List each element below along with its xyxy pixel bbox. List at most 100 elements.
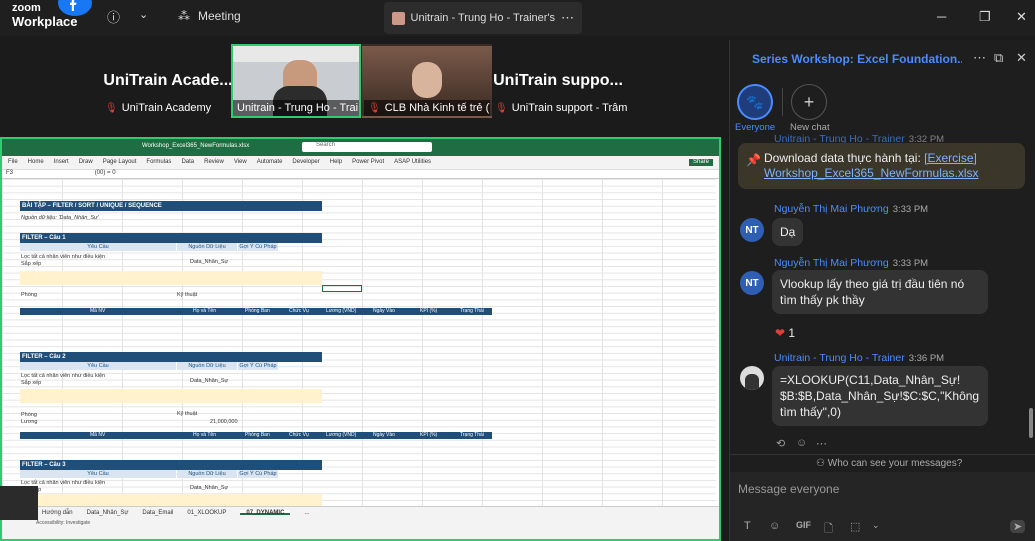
close-chat-icon[interactable]: ✕ [1016,50,1027,66]
answer-area[interactable] [20,389,322,403]
th: Chức Vụ [289,432,309,438]
ribbon-page-layout[interactable]: Page Layout [103,159,137,166]
people-icon: ⚇ [816,458,825,469]
ribbon-help[interactable]: Help [330,159,342,166]
sheet-tab[interactable]: 01_XLOOKUP [187,510,226,516]
channel-divider [782,88,783,116]
th: Họ và Tên [193,308,216,314]
new-chat-label: New chat [790,122,830,133]
more-icon[interactable]: ⋯ [816,437,827,450]
video-tile-trainer[interactable]: Unitrain - Trung Ho - Trai... [231,44,361,118]
sheet-tab-active[interactable]: 07_DYNAMIC [240,510,291,516]
screenshot-icon[interactable]: ⬚ [850,520,860,533]
filter-value: Kỹ thuật [177,292,198,298]
new-chat-button[interactable]: + [791,84,827,120]
excel-search[interactable]: Search [302,142,432,152]
status-text: Accessibility: Investigate [36,520,91,526]
meeting-tab[interactable]: ⁂ Meeting [178,9,241,23]
chat-scrollbar[interactable] [1029,408,1033,438]
message-header: Unitrain - Trung Ho - Trainer 3:36 PM [774,352,944,364]
answer-area[interactable] [20,494,322,506]
th: Mã NV [90,432,106,438]
col-goi-y: Gợi Ý Cú Pháp [238,362,278,370]
excel-grid[interactable]: BÀI TẬP – FILTER / SORT / UNIQUE / SEQUE… [2,179,716,509]
ribbon-draw[interactable]: Draw [79,159,93,166]
formula-bar[interactable]: F3 (00) = 0 [2,170,719,179]
req-line: Sắp xếp [21,261,42,267]
filter-label: Phòng [21,412,37,418]
message-time: 3:36 PM [908,353,945,364]
selected-cell[interactable] [322,285,362,292]
chevron-down-icon[interactable]: ⌄ [139,8,148,21]
th: Chức Vụ [289,308,309,314]
emoji-icon[interactable]: ☺ [769,520,780,532]
ribbon-power-pivot[interactable]: Power Pivot [352,159,384,166]
message-input[interactable]: Message everyone [738,482,839,496]
ribbon-insert[interactable]: Insert [54,159,69,166]
who-can-see-text: Who can see your messages? [827,458,963,469]
th: Mã NV [90,308,106,314]
everyone-channel-button[interactable]: 🐾 [737,84,773,120]
ribbon-developer[interactable]: Developer [292,159,319,166]
screen-share-tab[interactable]: Unitrain - Trung Ho - Trainer's scre ⋯ [384,2,582,34]
answer-area[interactable] [20,271,322,285]
gif-button[interactable]: GIF [796,520,811,530]
video-tile-unitrain-academy[interactable]: UniTrain Acade... 🎙 UniTrain Academy [103,44,233,118]
video-tile-unitrain-support[interactable]: UniTrain suppo... 🎙 UniTrain support - Tr… [493,44,627,118]
section-header: FILTER – Câu 3 [20,460,322,470]
close-icon[interactable]: ✕ [1016,9,1027,25]
more-options-icon[interactable]: ⋯ [973,50,986,66]
pinned-message[interactable]: 📌 Download data thực hành tại: [Exercise… [738,143,1025,189]
ribbon-review[interactable]: Review [204,159,224,166]
filter-label: Phòng [21,292,37,298]
reply-icon[interactable]: ⟲ [776,437,785,450]
video-tile-clb[interactable]: 🎙CLB Nhà Kinh tế trẻ (Y... [362,44,492,118]
logo-workplace-text: Workplace [12,14,78,29]
chat-title[interactable]: Series Workshop: Excel Foundation... [752,52,962,66]
tile-name-label: Unitrain - Trung Ho - Trai... [233,100,359,116]
th: Lương (VND) [326,432,357,438]
ribbon-formulas[interactable]: Formulas [146,159,171,166]
send-icon[interactable]: ➤ [1010,520,1026,533]
ribbon-file[interactable]: File [8,159,18,166]
shared-screen: Workshop_Excel365_NewFormulas.xlsx Searc… [0,137,721,541]
tile-name: UniTrain Academy [121,102,212,114]
ribbon-automate[interactable]: Automate [257,159,283,166]
file-icon[interactable]: 🗋 [824,520,833,539]
chevron-down-icon[interactable]: ⌄ [872,520,880,531]
ribbon-data[interactable]: Data [181,159,194,166]
sheet-tab[interactable]: Hướng dẫn [42,510,73,516]
pop-out-icon[interactable]: ⧉ [994,50,1003,66]
sheet-tab[interactable]: Data_Nhân_Sự [87,510,129,516]
col-yeu-cau: Yêu Cầu [20,470,176,478]
sheet-tab[interactable]: ... [304,510,309,516]
ribbon-home[interactable]: Home [28,159,44,166]
sheet-tab[interactable]: Data_Email [142,510,173,516]
restore-icon[interactable]: ❐ [979,9,991,25]
message-input-area[interactable]: Message everyone T ☺ GIF 🗋 ⬚ ⌄ ➤ [730,472,1035,541]
more-options-icon[interactable]: ⋯ [561,10,574,26]
ribbon-view[interactable]: View [234,159,247,166]
add-reaction-icon[interactable]: ☺ [796,437,807,449]
everyone-label: Everyone [735,122,776,133]
th: Họ và Tên [193,432,216,438]
excel-share-button[interactable]: Share [688,159,713,166]
th: Ngày Vào [373,432,395,438]
table-header-row: Mã NV Họ và Tên Phòng Ban Chức Vụ Lương … [20,308,492,315]
filter-label: Lương [21,419,38,425]
participants-icon: ⁂ [178,9,190,23]
excel-filename: Workshop_Excel365_NewFormulas.xlsx [142,143,250,149]
self-view-thumbnail[interactable] [0,486,38,520]
text-format-icon[interactable]: T [744,520,751,532]
participant-face [412,62,442,98]
avatar-photo [745,374,759,390]
minimize-icon[interactable]: ─ [937,9,946,24]
ribbon-asap[interactable]: ASAP Utilities [394,159,431,166]
divider [730,454,1035,455]
col-yeu-cau: Yêu Cầu [20,243,176,251]
who-can-see[interactable]: ⚇ Who can see your messages? [816,458,962,469]
excel-title-bar: Workshop_Excel365_NewFormulas.xlsx Searc… [2,139,719,156]
table-header-row: Mã NV Họ và Tên Phòng Ban Chức Vụ Lương … [20,432,492,439]
info-icon[interactable]: ⓘ [107,7,120,26]
heart-reaction[interactable]: ❤ 1 [775,326,795,340]
